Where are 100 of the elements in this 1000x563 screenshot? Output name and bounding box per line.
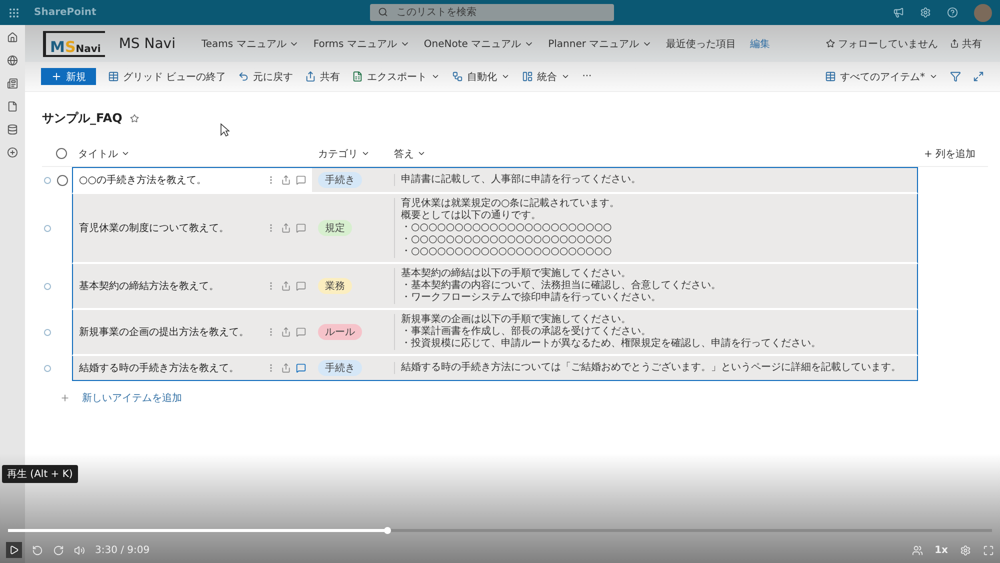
category-tag: 手続き xyxy=(318,360,362,376)
rewind-icon[interactable] xyxy=(32,544,43,556)
title-cell: 結婚する時の手続き方法を教えて。 xyxy=(72,356,312,381)
nav-item[interactable]: OneNote マニュアル xyxy=(424,36,534,50)
flow-icon xyxy=(452,71,464,82)
column-header[interactable]: カテゴリ xyxy=(318,146,370,160)
comment-icon[interactable] xyxy=(296,223,306,233)
share-icon[interactable] xyxy=(281,327,291,337)
category-tag: 規定 xyxy=(318,220,352,236)
nav-item[interactable]: Teams マニュアル xyxy=(201,36,300,50)
plus-icon xyxy=(60,393,70,403)
category-tag: ルール xyxy=(318,324,362,340)
title-cell: ○○の手続き方法を教えて。 xyxy=(72,167,312,194)
site-title[interactable]: MS Navi xyxy=(118,36,176,52)
answer-line: 概要としては以下の通りです。 xyxy=(401,210,541,222)
avatar[interactable] xyxy=(974,4,992,22)
caret-icon xyxy=(121,149,130,158)
caret-icon xyxy=(929,72,938,81)
nav-item[interactable]: 最近使った項目 xyxy=(666,36,736,50)
answer-line: 新規事業の企画は以下の手順で実施してください。 xyxy=(401,314,631,326)
news-icon[interactable] xyxy=(7,78,18,89)
volume-icon[interactable] xyxy=(74,544,85,556)
row-checkbox[interactable] xyxy=(44,283,51,290)
progress-bar[interactable] xyxy=(8,529,992,532)
app-launcher-icon[interactable] xyxy=(8,6,20,18)
row-select-circle[interactable] xyxy=(57,174,68,186)
undo-icon xyxy=(238,71,250,82)
share-icon[interactable] xyxy=(281,223,291,233)
expand-icon[interactable] xyxy=(973,71,984,82)
list-title: サンプル_FAQ xyxy=(42,110,122,127)
command-button[interactable]: 共有 xyxy=(305,70,340,84)
nav-item[interactable]: Planner マニュアル xyxy=(548,36,652,50)
create-icon[interactable] xyxy=(7,147,18,158)
answer-line: ・○○○○○○○○○○○○○○○○○○○○○○○ xyxy=(401,222,612,234)
settings-icon[interactable] xyxy=(920,7,931,18)
comment-icon[interactable] xyxy=(296,363,306,373)
answer-line: 結婚する時の手続き方法については「ご結婚おめでとうございます。」というページに詳細を記載しています。 xyxy=(401,362,901,374)
row-checkbox[interactable] xyxy=(44,225,51,232)
edit-link[interactable]: 編集 xyxy=(750,36,770,50)
plus-icon xyxy=(51,71,62,82)
answer-line: ・基本契約書の内容について、法務担当に確認し、合意してください。 xyxy=(401,280,721,292)
search-field[interactable]: このリストを検索 xyxy=(370,4,614,21)
globe-icon[interactable] xyxy=(7,55,18,66)
home-icon[interactable] xyxy=(7,32,18,43)
more-button[interactable]: ··· xyxy=(582,71,592,82)
column-header[interactable]: 答え xyxy=(394,146,426,160)
mouse-cursor-icon xyxy=(220,123,230,137)
fullscreen-icon[interactable] xyxy=(983,544,994,556)
megaphone-icon[interactable] xyxy=(893,7,904,18)
category-tag: 業務 xyxy=(318,278,352,294)
command-button[interactable]: 元に戻す xyxy=(238,70,294,84)
nav-item[interactable]: Forms マニュアル xyxy=(313,36,410,50)
answer-line: ・○○○○○○○○○○○○○○○○○○○○○○○ xyxy=(401,234,612,246)
new-button[interactable]: 新規 xyxy=(41,68,96,85)
document-icon[interactable] xyxy=(7,101,18,112)
progress-thumb[interactable] xyxy=(384,527,391,534)
title-cell: 基本契約の締結方法を教えて。 xyxy=(72,264,312,310)
database-icon[interactable] xyxy=(7,124,18,135)
category-tag: 手続き xyxy=(318,172,362,188)
share-icon[interactable] xyxy=(281,281,291,291)
answer-line: 申請書に記載して、人事部に申請を行ってください。 xyxy=(401,174,641,186)
panels-icon xyxy=(522,71,534,82)
column-header[interactable]: タイトル xyxy=(78,146,130,160)
people-icon[interactable] xyxy=(912,544,923,556)
row-checkbox[interactable] xyxy=(44,364,51,372)
play-button[interactable] xyxy=(6,542,22,558)
view-selector[interactable]: すべてのアイテム* xyxy=(825,70,938,84)
follow-button[interactable]: フォローしていません xyxy=(826,36,938,50)
row-checkbox[interactable] xyxy=(44,176,51,184)
share-icon[interactable] xyxy=(281,175,291,185)
caret-icon xyxy=(417,149,426,158)
answer-line: ・ワークフローシステムで捺印申請を行っていください。 xyxy=(401,292,661,304)
row-checkbox[interactable] xyxy=(44,329,51,336)
answer-line: ・○○○○○○○○○○○○○○○○○○○○○○○ xyxy=(401,246,612,258)
command-button[interactable]: 自動化 xyxy=(452,70,510,84)
favorite-star-icon[interactable] xyxy=(130,114,140,123)
answer-line: ・事業計画書を作成し、部長の承認を受けてください。 xyxy=(401,326,651,338)
caret-icon xyxy=(361,149,370,158)
comment-icon[interactable] xyxy=(296,327,306,337)
app-name: SharePoint xyxy=(34,7,96,18)
forward-icon[interactable] xyxy=(53,544,64,556)
comment-icon[interactable] xyxy=(296,281,306,291)
command-button[interactable]: グリッド ビューの終了 xyxy=(108,70,226,84)
share-icon[interactable] xyxy=(281,363,291,373)
answer-line: 育児休業は就業規定の○条に記載されています。 xyxy=(401,198,620,210)
filter-icon[interactable] xyxy=(950,71,961,82)
play-icon xyxy=(9,545,19,555)
grid-icon xyxy=(108,71,119,82)
tooltip: 再生 (Alt + K) xyxy=(2,465,78,483)
command-button[interactable]: エクスポート xyxy=(352,70,440,84)
add-column-button[interactable]: + 列を追加 xyxy=(924,146,976,160)
command-button[interactable]: 統合 xyxy=(522,70,570,84)
select-all-checkbox[interactable] xyxy=(56,148,67,159)
share-icon xyxy=(950,39,959,48)
help-icon[interactable] xyxy=(947,7,958,18)
add-item-link[interactable]: 新しいアイテムを追加 xyxy=(60,391,988,405)
share-icon xyxy=(305,71,316,82)
share-button[interactable]: 共有 xyxy=(950,36,982,50)
comment-icon[interactable] xyxy=(296,175,306,185)
site-logo: MSNavi xyxy=(43,30,105,56)
